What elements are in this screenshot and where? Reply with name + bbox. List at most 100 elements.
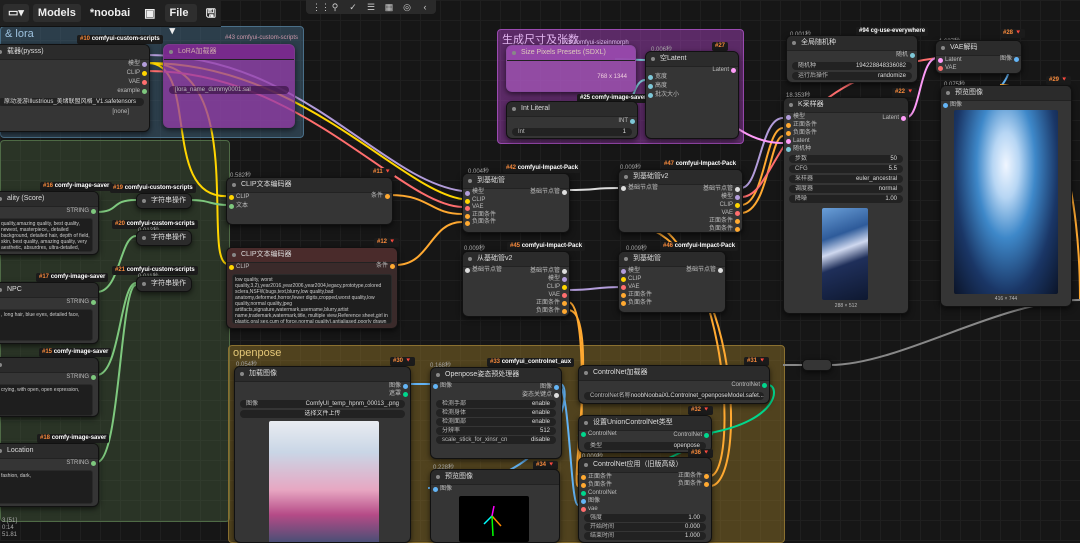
input-batch[interactable]: 批次大小 (646, 91, 738, 100)
prompt-textarea[interactable]: quality,amazing quality, best quality, n… (0, 218, 93, 252)
input-model[interactable]: 模型 (619, 267, 725, 275)
output-negative[interactable]: 负面条件 (619, 225, 742, 232)
node-global-seed[interactable]: 全局随机种 随机 随机种 194228848336082 运行后操作 randomi… (786, 35, 918, 83)
input-width[interactable]: 宽度 (646, 73, 738, 82)
node-load-image[interactable]: 加载图像 图像 遮罩 图像 ComfyUI_temp_hpnm_00013_.pn… (234, 366, 411, 543)
check-icon[interactable]: ✓ (348, 2, 358, 13)
prompt-textarea[interactable]: crying, with open, open expression, (0, 384, 93, 416)
input-model[interactable]: 模型 (463, 189, 569, 197)
output-vae[interactable]: VAE (619, 209, 742, 217)
key-icon[interactable]: ⚲ (330, 2, 340, 13)
detect-hand-widget[interactable]: 检测手部 enable (436, 400, 556, 408)
node-lora-inner[interactable]: LoRA加载器 [lora_name_dummy0001.sal (163, 44, 295, 128)
output-positive[interactable]: 正面条件 (619, 217, 742, 225)
list-icon[interactable]: ☰ (366, 2, 376, 13)
input-negative[interactable]: 负面条件 (579, 481, 711, 489)
output-string[interactable]: STRING (0, 298, 98, 307)
lora-widget[interactable]: [lora_name_dummy0001.sal (169, 86, 289, 94)
output-model[interactable]: 模型 (463, 275, 569, 283)
input-clip[interactable]: CLIP (619, 275, 725, 283)
node-int-literal[interactable]: Int Literal INT Int 1 (506, 101, 638, 139)
node-prompt-quality[interactable]: ality (Score) STRING quality,amazing qua… (0, 191, 99, 255)
node-string-op[interactable]: 字符串操作 (136, 276, 192, 292)
node-string-op[interactable]: 字符串操作 (136, 230, 192, 246)
input-vae[interactable]: VAE (936, 64, 1021, 72)
strength-widget[interactable]: 强度 1.00 (584, 514, 706, 522)
output-basic-pipe[interactable]: 基础节点管 (619, 185, 742, 193)
output-string[interactable]: STRING (0, 373, 98, 382)
cfg-widget[interactable]: CFG 5.5 (789, 165, 903, 173)
node-to-basic-pipe-2[interactable]: 到基础管 基础节点管 模型 CLIP VAE 正面条件 负面条件 (618, 251, 726, 313)
output-mask[interactable]: 遮罩 (235, 390, 410, 398)
input-height[interactable]: 高度 (646, 82, 738, 91)
workflow-tab[interactable]: *noobai (85, 4, 135, 22)
input-image[interactable]: 图像 (431, 382, 452, 391)
input-model[interactable]: 模型 (784, 113, 908, 121)
input-image[interactable]: 图像 (431, 485, 559, 494)
node-pose-preview[interactable]: 预览图像 图像 (430, 469, 560, 543)
drag-handle-icon[interactable]: ⋮⋮ (312, 2, 330, 13)
node-union-controlnet-type[interactable]: 设置UnionControlNet类型 ControlNet ControlNe… (578, 415, 712, 453)
node-prompt-expression[interactable]: STRING crying, with open, open expressio… (0, 357, 99, 417)
output-vae[interactable]: VAE (0, 78, 149, 87)
seed-widget[interactable]: 随机种 194228848336082 (792, 62, 912, 70)
node-size-preset[interactable]: Size Pixels Presets (SDXL) 768 x 1344 (506, 45, 636, 92)
output-string[interactable]: STRING (0, 207, 98, 216)
node-controlnet-loader[interactable]: ControlNet加载器 ControlNet ControlNet名称 noo… (578, 365, 770, 404)
image-select-widget[interactable]: 图像 ComfyUI_temp_hpnm_00013_.png (240, 400, 405, 408)
output-clip[interactable]: CLIP (463, 283, 569, 291)
node-clip-negative[interactable]: CLIP文本编码器 条件 CLIP low quality, worst qua… (226, 247, 398, 329)
node-string-op[interactable]: 字符串操作 (136, 193, 192, 209)
scale-stick-widget[interactable]: scale_stick_for_xinsr_cn disable (436, 436, 556, 444)
end-percent-widget[interactable]: 结束时间 1.000 (584, 532, 706, 540)
node-vae-decode[interactable]: VAE解码 图像 Latent VAE (935, 40, 1022, 74)
output-clip[interactable]: CLIP (0, 69, 149, 78)
output-seed[interactable]: 随机 (787, 51, 917, 60)
negative-prompt-textarea[interactable]: low quality, worst quality,3,2),year2016… (232, 274, 392, 324)
output-example[interactable]: example (0, 87, 149, 96)
reroute-node[interactable] (802, 359, 832, 371)
input-positive[interactable]: 正面条件 (579, 473, 711, 481)
input-vae[interactable]: VAE (619, 283, 725, 291)
input-image[interactable]: 图像 (941, 101, 1071, 110)
node-prompt-character[interactable]: NPC STRING , long hair, blue eyes, detai… (0, 282, 99, 344)
detect-face-widget[interactable]: 检测面部 enable (436, 418, 556, 426)
input-clip[interactable]: CLIP (227, 193, 392, 202)
node-prompt-location[interactable]: Location STRING fashion, dark, (0, 443, 99, 507)
output-model[interactable]: 模型 (0, 60, 149, 69)
output-basic-pipe[interactable]: 基础节点管 (463, 267, 569, 275)
input-negative[interactable]: 负面条件 (619, 299, 725, 307)
workflow-menu-button[interactable]: ▭▾ (3, 4, 29, 22)
output-positive[interactable]: 正面条件 (463, 299, 569, 307)
control-after-widget[interactable]: 运行后操作 randomize (792, 72, 912, 80)
output-int[interactable]: INT (507, 117, 637, 126)
collapse-icon[interactable]: ‹ (420, 2, 430, 12)
upload-button[interactable]: 选择文件上传 (240, 410, 405, 418)
resolution-widget[interactable]: 分辨率 512 (436, 427, 556, 435)
denoise-widget[interactable]: 降噪 1.00 (789, 195, 903, 203)
input-positive[interactable]: 正面条件 (619, 291, 725, 299)
input-latent[interactable]: Latent (936, 56, 1021, 64)
chart-icon[interactable]: ▦ (384, 2, 394, 13)
controlnet-name-widget[interactable]: ControlNet名称 noobNoobaiXLControlnet_openp… (584, 392, 764, 400)
input-negative[interactable]: 负面条件 (463, 219, 569, 227)
scheduler-widget[interactable]: 调度器 normal (789, 185, 903, 193)
input-positive[interactable]: 正面条件 (463, 212, 569, 220)
node-openpose-preprocessor[interactable]: Openpose姿态预处理器 图像 姿态关键点 图像 检测手部 enable 检测… (430, 367, 562, 459)
output-negative[interactable]: 负面条件 (463, 307, 569, 315)
output-controlnet[interactable]: ControlNet (579, 381, 769, 390)
output-model[interactable]: 模型 (619, 193, 742, 201)
input-vae[interactable]: VAE (463, 204, 569, 212)
input-controlnet[interactable]: ControlNet (579, 489, 711, 497)
prompt-textarea[interactable]: , long hair, blue eyes, detailed face, (0, 309, 93, 341)
output-clip[interactable]: CLIP (619, 201, 742, 209)
node-clip-positive[interactable]: CLIP文本编码器 条件 CLIP 文本 (226, 177, 393, 225)
input-positive[interactable]: 正面条件 (784, 121, 908, 129)
output-controlnet[interactable]: ControlNet (579, 431, 711, 440)
node-preview-image[interactable]: 预览图像 图像 416 × 744 (940, 85, 1072, 307)
save-icon[interactable]: 🖫 (201, 4, 221, 22)
prompt-textarea[interactable]: fashion, dark, (0, 470, 93, 504)
start-percent-widget[interactable]: 开始时间 0.000 (584, 523, 706, 531)
node-empty-latent[interactable]: 空Latent Latent 宽度 高度 批次大小 (645, 51, 739, 139)
output-image[interactable]: 图像 (235, 382, 410, 390)
